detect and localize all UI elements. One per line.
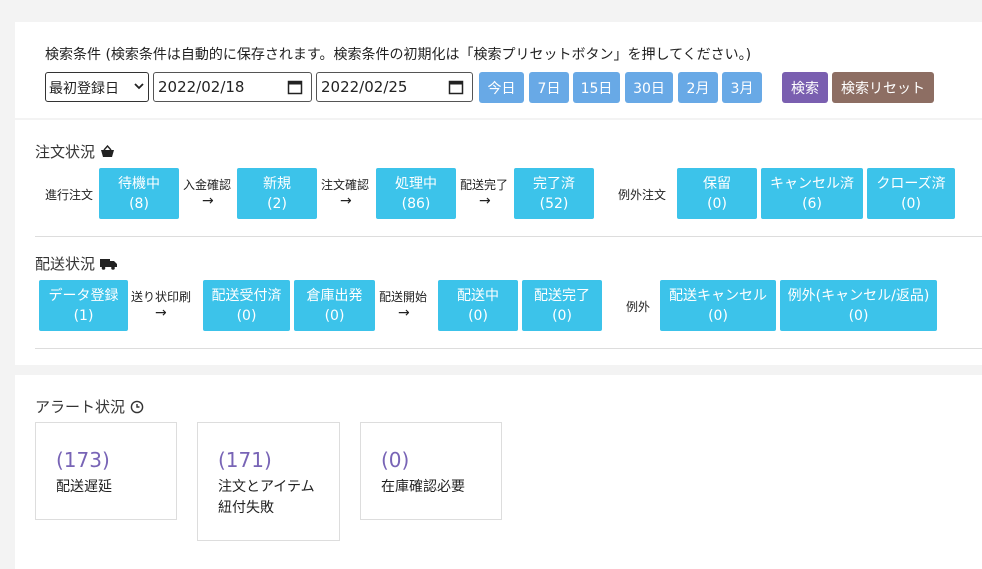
box-count: (0) <box>901 195 921 212</box>
box-count: (86) <box>401 195 431 212</box>
clock-icon <box>130 400 144 413</box>
divider <box>35 348 982 349</box>
alert-count: (0) <box>381 448 410 472</box>
shipping-exception-label: 例外 <box>626 300 651 314</box>
order-waiting-box[interactable]: 待機中 (8) <box>99 168 179 219</box>
box-count: (0) <box>708 307 728 324</box>
step-payment-confirm: 入金確認 <box>183 178 232 192</box>
date-to-value: 2022/02/25 <box>321 78 408 96</box>
quick-feb-button[interactable]: 2月 <box>678 72 718 103</box>
box-count: (0) <box>848 307 869 324</box>
box-label: 処理中 <box>395 175 437 192</box>
step-invoice-print: 送り状印刷 <box>131 290 192 304</box>
arrow-right-icon: → <box>155 305 167 321</box>
alert-card-stock-check[interactable]: (0) 在庫確認必要 <box>360 422 502 520</box>
exception-orders-label: 例外注文 <box>618 188 667 202</box>
arrow-right-icon: → <box>340 193 352 209</box>
box-label: 配送完了 <box>534 287 590 304</box>
alert-card-shipping-delay[interactable]: (173) 配送遅延 <box>35 422 177 520</box>
search-reset-button[interactable]: 検索リセット <box>832 72 934 103</box>
arrow-right-icon: → <box>202 193 214 209</box>
alert-label: 配送遅延 <box>56 479 112 495</box>
date-type-select[interactable]: 最初登録日 <box>45 72 149 102</box>
order-new-box[interactable]: 新規 (2) <box>237 168 317 219</box>
chevron-down-icon <box>134 83 144 90</box>
quick-15days-button[interactable]: 15日 <box>573 72 620 103</box>
box-label: 完了済 <box>533 175 575 192</box>
shipping-status-title-text: 配送状況 <box>35 255 96 273</box>
box-count: (6) <box>802 195 822 212</box>
date-type-value: 最初登録日 <box>49 81 119 97</box>
truck-icon <box>100 258 118 270</box>
arrow-right-icon: → <box>479 193 491 209</box>
box-label: クローズ済 <box>876 175 946 192</box>
alert-label: 注文とアイテム紐付失敗 <box>218 479 315 516</box>
alert-label: 在庫確認必要 <box>381 479 465 495</box>
step-order-confirm: 注文確認 <box>321 178 370 192</box>
alert-count: (173) <box>56 448 110 472</box>
alert-count: (171) <box>218 448 272 472</box>
date-to-input[interactable]: 2022/02/25 <box>316 72 473 102</box>
basket-icon <box>101 145 115 157</box>
box-label: 例外(キャンセル/返品) <box>787 287 930 304</box>
box-count: (0) <box>468 307 488 324</box>
quick-today-button[interactable]: 今日 <box>479 72 524 103</box>
box-count: (0) <box>324 307 345 324</box>
date-from-value: 2022/02/18 <box>158 78 245 96</box>
box-label: 保留 <box>703 175 731 192</box>
box-count: (8) <box>129 195 149 212</box>
box-count: (0) <box>707 195 727 212</box>
box-label: 配送キャンセル <box>669 287 767 304</box>
box-label: 配送中 <box>457 287 499 304</box>
order-status-title-text: 注文状況 <box>35 143 96 161</box>
ship-in-transit-box[interactable]: 配送中 (0) <box>438 280 518 331</box>
box-count: (1) <box>73 307 94 324</box>
alert-status-title-text: アラート状況 <box>35 398 126 416</box>
quick-7days-button[interactable]: 7日 <box>529 72 569 103</box>
box-label: 待機中 <box>118 175 160 192</box>
alert-status-title: アラート状況 <box>35 396 144 417</box>
box-count: (2) <box>267 195 287 212</box>
quick-mar-button[interactable]: 3月 <box>722 72 762 103</box>
ship-exception-box[interactable]: 例外(キャンセル/返品) (0) <box>780 280 937 331</box>
order-closed-box[interactable]: クローズ済 (0) <box>867 168 955 219</box>
status-panel: 注文状況 進行注文 待機中 (8) 入金確認 → 新規 (2) 注文確認 → 処… <box>15 120 982 365</box>
order-hold-box[interactable]: 保留 (0) <box>677 168 757 219</box>
box-label: 倉庫出発 <box>306 287 363 304</box>
date-from-input[interactable]: 2022/02/18 <box>153 72 312 102</box>
box-label: 配送受付済 <box>211 287 282 304</box>
box-label: 新規 <box>263 175 291 192</box>
ship-delivered-box[interactable]: 配送完了 (0) <box>522 280 602 331</box>
calendar-icon[interactable] <box>287 79 303 95</box>
order-completed-box[interactable]: 完了済 (52) <box>514 168 594 219</box>
shipping-status-title: 配送状況 <box>35 253 118 274</box>
calendar-icon[interactable] <box>448 79 464 95</box>
order-status-title: 注文状況 <box>35 141 115 162</box>
alert-card-link-failure[interactable]: (171) 注文とアイテム紐付失敗 <box>197 422 340 541</box>
search-panel: 検索条件 (検索条件は自動的に保存されます。検索条件の初期化は「検索プリセットボ… <box>15 22 982 118</box>
box-count: (52) <box>539 195 569 212</box>
ship-cancel-box[interactable]: 配送キャンセル (0) <box>660 280 776 331</box>
order-cancelled-box[interactable]: キャンセル済 (6) <box>761 168 863 219</box>
progress-orders-label: 進行注文 <box>45 188 94 202</box>
search-button[interactable]: 検索 <box>782 72 828 103</box>
alert-panel: アラート状況 (173) 配送遅延 (171) 注文とアイテム紐付失敗 (0) … <box>15 375 982 569</box>
step-shipping-complete: 配送完了 <box>460 178 509 192</box>
quick-30days-button[interactable]: 30日 <box>625 72 673 103</box>
divider <box>35 236 982 237</box>
ship-data-registered-box[interactable]: データ登録 (1) <box>39 280 128 331</box>
ship-accepted-box[interactable]: 配送受付済 (0) <box>203 280 290 331</box>
box-label: データ登録 <box>48 287 119 304</box>
box-count: (0) <box>552 307 572 324</box>
ship-warehouse-departed-box[interactable]: 倉庫出発 (0) <box>294 280 375 331</box>
order-processing-box[interactable]: 処理中 (86) <box>376 168 456 219</box>
box-label: キャンセル済 <box>770 175 854 192</box>
search-conditions-title: 検索条件 (検索条件は自動的に保存されます。検索条件の初期化は「検索プリセットボ… <box>45 47 752 63</box>
arrow-right-icon: → <box>398 305 410 321</box>
step-shipping-start: 配送開始 <box>379 290 428 304</box>
box-count: (0) <box>236 307 257 324</box>
